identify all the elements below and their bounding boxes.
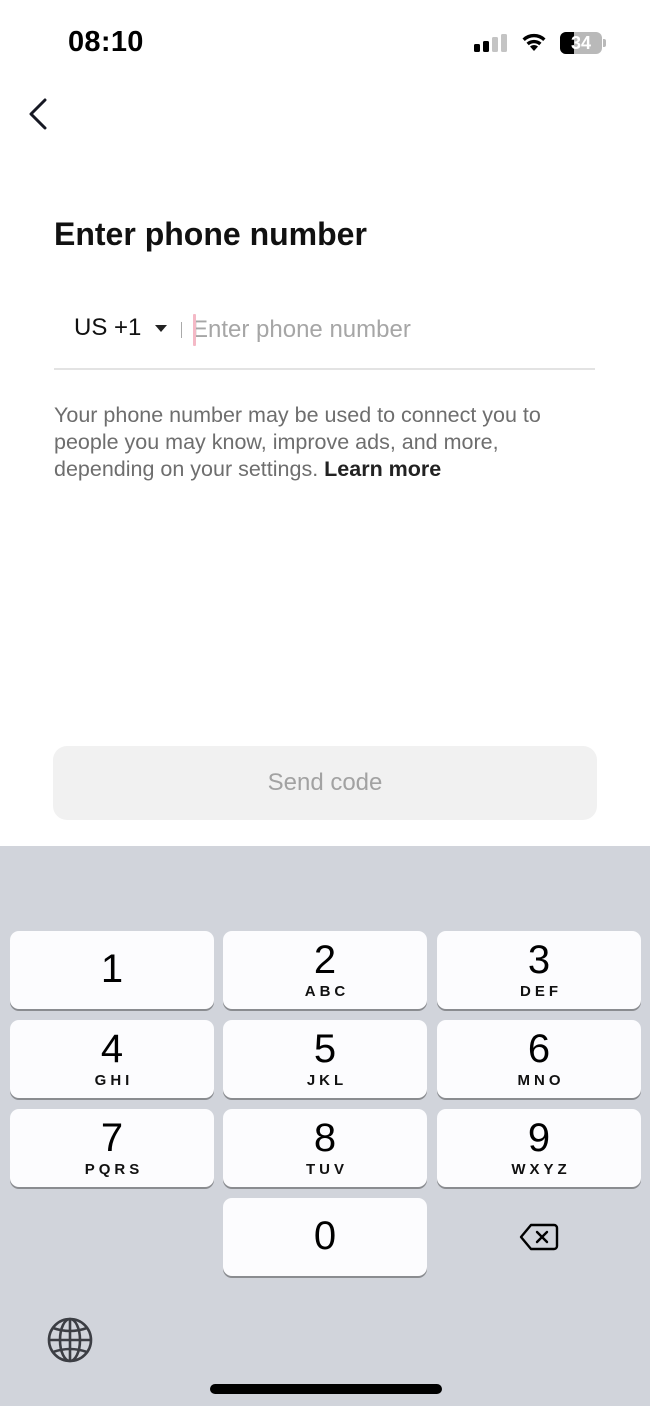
key-3[interactable]: 3 DEF [437,931,641,1009]
key-digit: 8 [313,1116,337,1160]
key-digit: 6 [527,1027,551,1071]
key-letters: WXYZ [511,1161,571,1178]
text-cursor [193,314,196,346]
phone-input-row: US +1 [54,300,595,370]
learn-more-link[interactable]: Learn more [324,457,441,481]
key-digit: 5 [313,1027,337,1071]
home-indicator [210,1384,442,1394]
wifi-icon [522,33,546,51]
backspace-key[interactable] [437,1198,641,1276]
input-divider [181,322,182,338]
key-4[interactable]: 4 GHI [10,1020,214,1098]
key-letters: PQRS [84,1161,144,1178]
key-9[interactable]: 9 WXYZ [437,1109,641,1187]
globe-icon [47,1317,93,1363]
chevron-left-icon [29,98,47,130]
battery-tip [603,39,606,47]
page-title: Enter phone number [54,216,367,252]
status-time: 08:10 [68,26,144,58]
key-digit: 2 [313,938,337,982]
key-digit: 3 [527,938,551,982]
country-code-selector[interactable]: US +1 [74,314,168,342]
key-digit: 7 [100,1116,124,1160]
key-letters: JKL [306,1072,348,1089]
key-digit: 0 [313,1214,337,1258]
key-letters: TUV [306,1161,348,1178]
battery-level: 34 [570,33,592,53]
delete-backward-icon [519,1223,559,1251]
battery-icon: 34 [560,32,602,54]
country-code: US +1 [74,314,142,341]
send-code-button[interactable]: Send code [53,746,597,820]
key-8[interactable]: 8 TUV [223,1109,427,1187]
key-2[interactable]: 2 ABC [223,931,427,1009]
phone-number-input[interactable] [192,310,592,350]
key-7[interactable]: 7 PQRS [10,1109,214,1187]
key-digit: 9 [527,1116,551,1160]
cellular-signal-icon [474,34,508,52]
globe-button[interactable] [46,1316,94,1364]
key-letters: DEF [520,983,562,1000]
key-6[interactable]: 6 MNO [437,1020,641,1098]
privacy-info-text: Your phone number may be used to connect… [54,402,599,483]
caret-down-icon [155,324,168,332]
info-text: Your phone number may be used to connect… [54,403,541,481]
back-button[interactable] [20,92,60,136]
key-1[interactable]: 1 [10,931,214,1009]
key-letters: ABC [304,983,350,1000]
phone-number-screen: 08:10 34 Enter phone number US +1 Enter … [0,0,650,1406]
key-letters: MNO [517,1072,565,1089]
key-digit: 4 [100,1027,124,1071]
key-letters: GHI [94,1072,134,1089]
key-digit: 1 [100,947,124,991]
key-5[interactable]: 5 JKL [223,1020,427,1098]
key-0[interactable]: 0 [223,1198,427,1276]
